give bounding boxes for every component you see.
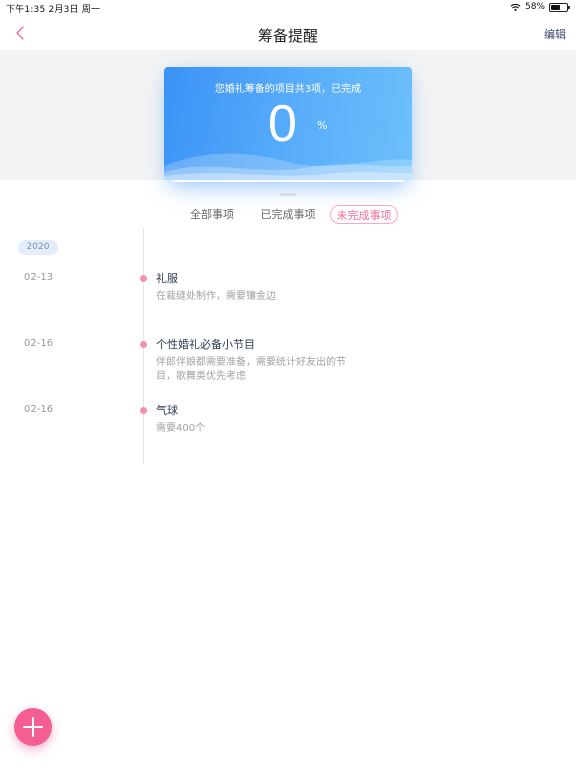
event-title: 礼服 (156, 272, 178, 285)
page-title: 筹备提醒 (257, 27, 318, 45)
status-time-date: 下午1:35 2月3日 周一 (6, 5, 101, 15)
progress-percent: 0 (268, 95, 297, 153)
progress-description: 您婚礼筹备的项目共3项，已完成 (214, 84, 362, 95)
tab-completed-items[interactable]: 已完成事项 (258, 205, 318, 224)
edit-button[interactable]: 编辑 (544, 26, 566, 42)
event-date: 02-16 (24, 338, 54, 349)
progress-unit: % (317, 119, 328, 132)
timeline-dot (140, 341, 147, 348)
battery-icon (549, 2, 570, 12)
event-title: 个性婚礼必备小节目 (156, 338, 255, 351)
event-title: 气球 (156, 404, 178, 417)
nav-bar: 筹备提醒 编辑 (0, 16, 576, 50)
drag-handle[interactable] (280, 193, 296, 196)
filter-tabs: 全部事项 已完成事项 未完成事项 (0, 205, 576, 225)
event-date: 02-16 (24, 404, 54, 415)
timeline-dot (140, 275, 147, 282)
event-note: 需要400个 (156, 423, 206, 434)
status-indicators: 58% (510, 2, 570, 12)
plus-icon (23, 717, 43, 737)
event-date: 02-13 (24, 272, 54, 283)
status-bar: 下午1:35 2月3日 周一 58% (0, 0, 576, 16)
add-item-button[interactable] (14, 708, 52, 746)
event-note: 伴郎伴娘都需要准备，需要统计好友出的节目，歌舞类优先考虑 (156, 357, 346, 382)
wifi-icon (510, 3, 521, 11)
summary-section: 您婚礼筹备的项目共3项，已完成 0 % (0, 50, 576, 180)
event-note: 在裁缝处制作，需要镶金边 (156, 291, 276, 302)
battery-percent: 58% (524, 2, 545, 12)
timeline-dot (140, 407, 147, 414)
tab-incomplete-items[interactable]: 未完成事项 (330, 205, 398, 224)
wave-decoration (164, 153, 412, 180)
progress-card: 您婚礼筹备的项目共3项，已完成 0 % (164, 67, 412, 180)
tab-all-items[interactable]: 全部事项 (187, 205, 237, 224)
battery-fill (551, 4, 560, 10)
year-badge: 2020 (18, 240, 58, 255)
